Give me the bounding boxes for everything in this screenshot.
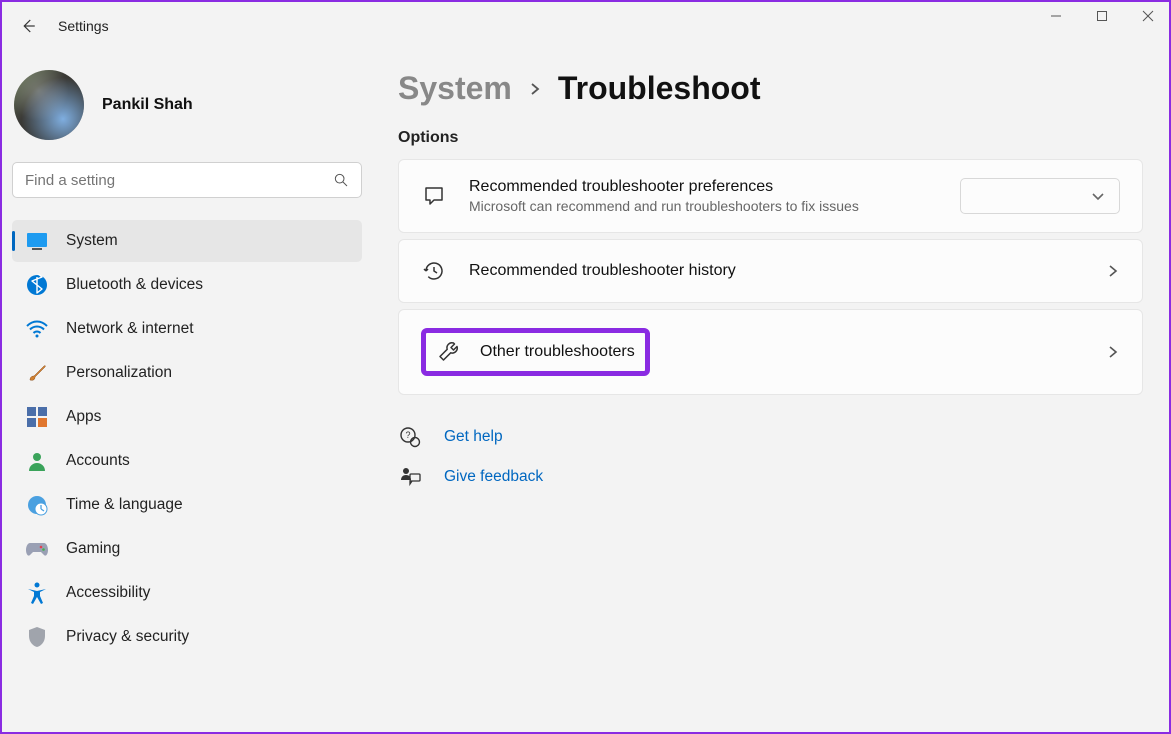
brush-icon (26, 362, 48, 384)
sidebar-item-label: Privacy & security (66, 628, 189, 646)
wrench-icon (436, 339, 462, 365)
window-title: Settings (58, 18, 109, 34)
maximize-button[interactable] (1079, 0, 1125, 32)
feedback-icon (398, 465, 422, 489)
system-icon (26, 230, 48, 252)
breadcrumb-parent[interactable]: System (398, 70, 512, 107)
main-content: System Troubleshoot Options Recommended … (372, 50, 1169, 732)
sidebar-item-label: Apps (66, 408, 101, 426)
highlight-other-troubleshooters: Other troubleshooters (421, 328, 650, 376)
gaming-icon (26, 538, 48, 560)
search-input[interactable] (25, 172, 333, 189)
nav: System Bluetooth & devices Network & int… (12, 220, 362, 658)
card-subtitle: Microsoft can recommend and run troubles… (469, 198, 938, 214)
user-profile[interactable]: Pankil Shah (12, 62, 362, 158)
card-other-troubleshooters[interactable]: Other troubleshooters (398, 309, 1143, 395)
card-title: Recommended troubleshooter history (469, 262, 1084, 280)
card-history[interactable]: Recommended troubleshooter history (398, 239, 1143, 303)
sidebar-item-label: Accessibility (66, 584, 150, 602)
history-icon (421, 258, 447, 284)
clock-globe-icon (26, 494, 48, 516)
sidebar-item-accounts[interactable]: Accounts (12, 440, 362, 482)
chevron-right-icon (1106, 264, 1120, 278)
get-help-link[interactable]: ? Get help (398, 425, 1143, 449)
sidebar-item-label: Time & language (66, 496, 183, 514)
section-label: Options (398, 129, 1143, 147)
sidebar-item-label: Gaming (66, 540, 120, 558)
sidebar-item-label: System (66, 232, 118, 250)
user-name: Pankil Shah (102, 96, 193, 114)
chevron-down-icon (1091, 189, 1105, 203)
sidebar-item-accessibility[interactable]: Accessibility (12, 572, 362, 614)
sidebar-item-label: Bluetooth & devices (66, 276, 203, 294)
avatar (14, 70, 84, 140)
sidebar-item-time-language[interactable]: Time & language (12, 484, 362, 526)
svg-text:?: ? (405, 430, 410, 440)
help-links: ? Get help Give feedback (398, 425, 1143, 489)
sidebar-item-privacy[interactable]: Privacy & security (12, 616, 362, 658)
sidebar-item-label: Accounts (66, 452, 130, 470)
sidebar-item-personalization[interactable]: Personalization (12, 352, 362, 394)
chevron-right-icon (1106, 345, 1120, 359)
bluetooth-icon (26, 274, 48, 296)
window-controls (1033, 0, 1171, 32)
sidebar-item-label: Personalization (66, 364, 172, 382)
breadcrumb: System Troubleshoot (398, 70, 1143, 107)
search-icon (333, 172, 349, 188)
sidebar-item-label: Network & internet (66, 320, 194, 338)
breadcrumb-current: Troubleshoot (558, 70, 761, 107)
chat-icon (421, 183, 447, 209)
preferences-dropdown[interactable] (960, 178, 1120, 214)
minimize-button[interactable] (1033, 0, 1079, 32)
link-label: Give feedback (444, 468, 543, 486)
card-title: Recommended troubleshooter preferences (469, 178, 938, 196)
give-feedback-link[interactable]: Give feedback (398, 465, 1143, 489)
sidebar-item-system[interactable]: System (12, 220, 362, 262)
help-icon: ? (398, 425, 422, 449)
shield-icon (26, 626, 48, 648)
chevron-right-icon (528, 82, 542, 96)
sidebar-item-apps[interactable]: Apps (12, 396, 362, 438)
link-label: Get help (444, 428, 503, 446)
sidebar-item-network[interactable]: Network & internet (12, 308, 362, 350)
accounts-icon (26, 450, 48, 472)
wifi-icon (26, 318, 48, 340)
sidebar-item-bluetooth[interactable]: Bluetooth & devices (12, 264, 362, 306)
titlebar: Settings (2, 2, 1169, 50)
sidebar-item-gaming[interactable]: Gaming (12, 528, 362, 570)
sidebar: Pankil Shah System Bluetooth & devices (2, 50, 372, 732)
apps-icon (26, 406, 48, 428)
search-box[interactable] (12, 162, 362, 198)
card-preferences[interactable]: Recommended troubleshooter preferences M… (398, 159, 1143, 233)
back-button[interactable] (18, 16, 38, 36)
accessibility-icon (26, 582, 48, 604)
card-title: Other troubleshooters (480, 343, 635, 361)
close-button[interactable] (1125, 0, 1171, 32)
